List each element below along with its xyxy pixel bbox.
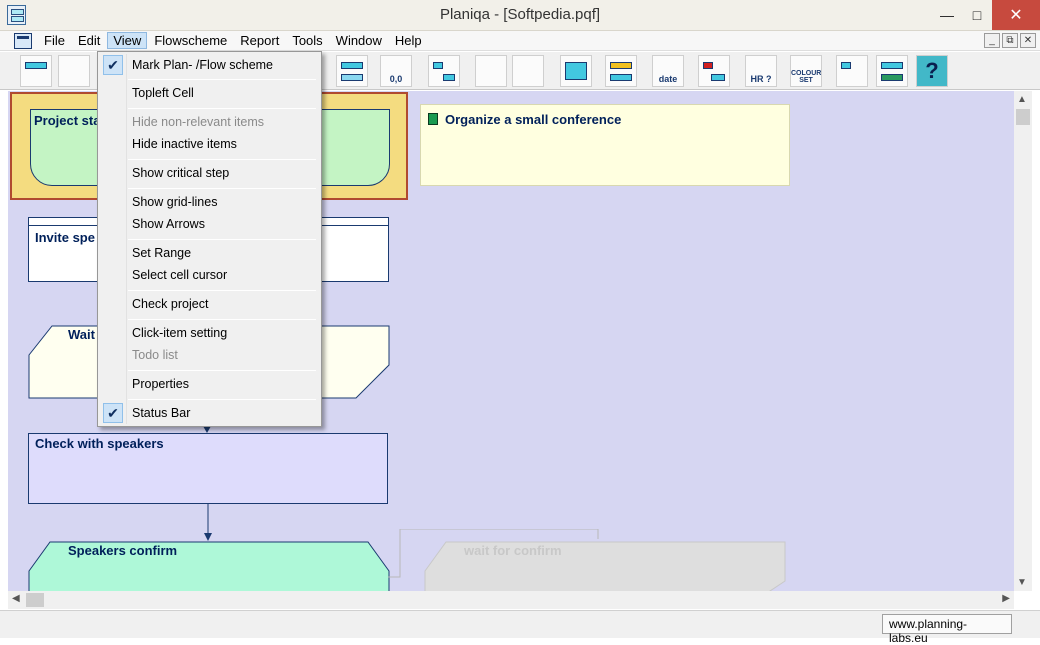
menu-item-label: Hide inactive items (132, 137, 237, 151)
scroll-thumb[interactable] (1016, 109, 1030, 125)
document-icon[interactable] (14, 32, 32, 49)
maximize-button[interactable]: □ (962, 0, 992, 30)
flow-structure-icon[interactable] (428, 55, 460, 87)
menu-item-label: Topleft Cell (132, 86, 194, 100)
scroll-left-icon[interactable]: ◀ (12, 593, 20, 604)
menu-item-hide-inactive[interactable]: Hide inactive items (100, 133, 319, 155)
scroll-thumb[interactable] (26, 593, 44, 607)
menu-item-set-range[interactable]: Set Range (100, 242, 319, 264)
menu-item-label: Set Range (132, 246, 192, 260)
menu-bar: File Edit View Flowscheme Report Tools W… (0, 31, 1040, 51)
scroll-up-icon[interactable]: ▲ (1017, 94, 1027, 105)
connector-arrow (204, 504, 212, 541)
menu-item-status-bar[interactable]: ✔ Status Bar (100, 402, 319, 424)
menu-item-label: Hide non-relevant items (132, 115, 265, 129)
title-bar: Planiqa - [Softpedia.pqf] — □ ✕ (0, 0, 1040, 31)
menu-report[interactable]: Report (234, 32, 285, 49)
vertical-scrollbar[interactable]: ▲ ▼ (1014, 91, 1032, 591)
menu-item-label: Properties (132, 377, 189, 391)
menu-item-check-project[interactable]: Check project (100, 293, 319, 315)
menu-help[interactable]: Help (389, 32, 428, 49)
menu-edit[interactable]: Edit (72, 32, 106, 49)
gantt-icon[interactable] (698, 55, 730, 87)
insert-row-icon[interactable] (336, 55, 368, 87)
date-label: date (658, 74, 678, 84)
menu-item-label: Show Arrows (132, 217, 205, 231)
menu-item-label: Show grid-lines (132, 195, 218, 209)
node-label: wait for confirm (464, 543, 562, 558)
node-label: Project sta (34, 113, 101, 128)
menu-item-topleft-cell[interactable]: Topleft Cell (100, 82, 319, 104)
node-label: Speakers confirm (68, 543, 178, 558)
hr-icon[interactable]: HR ? (745, 55, 777, 87)
checkmark-icon: ✔ (103, 403, 123, 423)
new-file-icon[interactable] (58, 55, 90, 87)
mdi-close-button[interactable]: ✕ (1020, 33, 1036, 48)
status-bar: www.planning-labs.eu (0, 610, 1040, 645)
menu-item-todo-list[interactable]: Todo list (100, 344, 319, 366)
menu-item-show-critical-step[interactable]: Show critical step (100, 162, 319, 184)
menu-item-label: Status Bar (132, 406, 191, 420)
mdi-restore-button[interactable]: ⧉ (1002, 33, 1018, 48)
menu-item-label: Todo list (132, 348, 178, 362)
help-icon[interactable]: ? (916, 55, 948, 87)
menu-view[interactable]: View (107, 32, 148, 49)
menu-item-label: Click-item setting (132, 326, 228, 340)
swap-icon[interactable] (605, 55, 637, 87)
minimize-button[interactable]: — (932, 0, 962, 30)
menu-item-select-cell-cursor[interactable]: Select cell cursor (100, 264, 319, 286)
window-title: Planiqa - [Softpedia.pqf] (439, 6, 601, 23)
topleft-cell-icon[interactable]: 0,0 (380, 55, 412, 87)
coords-label: 0,0 (389, 74, 403, 84)
menu-window[interactable]: Window (330, 32, 388, 49)
mdi-minimize-button[interactable]: _ (984, 33, 1000, 48)
menu-item-label: Select cell cursor (132, 268, 228, 282)
checkmark-icon: ✔ (103, 55, 123, 75)
date-icon[interactable]: date (652, 55, 684, 87)
menu-tools[interactable]: Tools (286, 32, 328, 49)
horizontal-scrollbar[interactable]: ◀ ▶ (8, 591, 1014, 609)
project-description-box[interactable]: Organize a small conference (420, 104, 790, 186)
menu-item-label: Mark Plan- /Flow scheme (132, 58, 274, 72)
colour-label: COLOUR SET (791, 70, 822, 84)
menu-item-show-arrows[interactable]: Show Arrows (100, 213, 319, 235)
node-label: Wait (68, 327, 95, 342)
align-icon[interactable] (560, 55, 592, 87)
document-icon (428, 113, 438, 125)
connector-icon[interactable] (512, 55, 544, 87)
layout-icon[interactable] (836, 55, 868, 87)
status-url: www.planning-labs.eu (882, 614, 1012, 645)
table-icon[interactable] (876, 55, 908, 87)
project-title: Organize a small conference (445, 112, 622, 127)
menu-item-mark-plan[interactable]: ✔ Mark Plan- /Flow scheme (100, 54, 319, 76)
node-label: Check with speakers (35, 436, 164, 451)
menu-item-label: Check project (132, 297, 209, 311)
menu-item-hide-non-relevant[interactable]: Hide non-relevant items (100, 111, 319, 133)
view-menu-dropdown: ✔ Mark Plan- /Flow scheme Topleft Cell H… (97, 51, 322, 427)
scroll-right-icon[interactable]: ▶ (1002, 593, 1010, 604)
close-button[interactable]: ✕ (992, 0, 1040, 30)
menu-item-click-item-setting[interactable]: Click-item setting (100, 322, 319, 344)
node-label: Invite spe (35, 230, 95, 245)
scroll-down-icon[interactable]: ▼ (1017, 577, 1027, 588)
new-plan-icon[interactable] (20, 55, 52, 87)
colour-set-icon[interactable]: COLOUR SET (790, 55, 822, 87)
menu-item-show-grid-lines[interactable]: Show grid-lines (100, 191, 319, 213)
edit-item-icon[interactable] (475, 55, 507, 87)
menu-item-label: Show critical step (132, 166, 230, 180)
menu-file[interactable]: File (38, 32, 71, 49)
help-label: ? (925, 58, 939, 83)
menu-flowscheme[interactable]: Flowscheme (148, 32, 233, 49)
hr-label: HR ? (750, 74, 772, 84)
menu-item-properties[interactable]: Properties (100, 373, 319, 395)
check-speakers-node[interactable]: Check with speakers (28, 433, 388, 504)
